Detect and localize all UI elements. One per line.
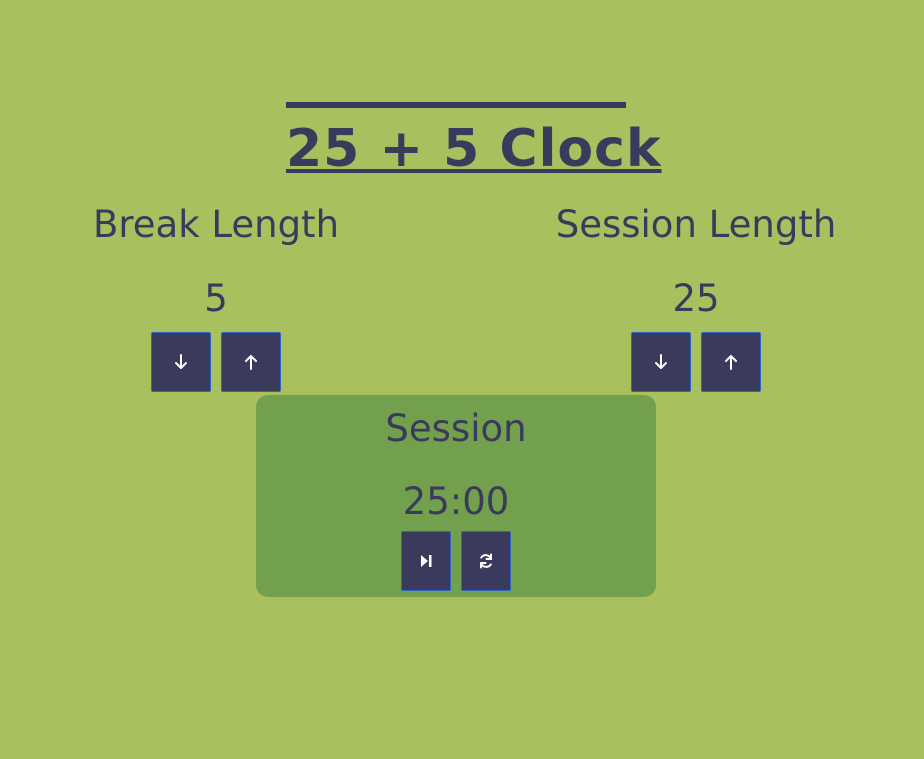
arrow-down-icon	[655, 354, 667, 369]
reset-button[interactable]	[461, 531, 511, 591]
break-control: Break Length 5	[66, 200, 366, 392]
timer-label: Session	[385, 407, 527, 450]
break-label: Break Length	[92, 203, 340, 246]
arrow-up-icon	[725, 355, 737, 370]
timer-buttons	[256, 531, 656, 591]
arrow-down-icon	[175, 354, 187, 369]
break-decrement-button[interactable]	[151, 332, 211, 392]
start-stop-button[interactable]	[401, 531, 451, 591]
play-pause-icon	[421, 555, 432, 567]
session-control: Session Length 25	[546, 200, 846, 392]
timer-panel: Session 25:00	[256, 395, 656, 597]
page-title: 25 + 5 Clock	[286, 119, 662, 179]
session-label: Session Length	[555, 203, 837, 246]
break-length-value: 5	[204, 277, 228, 320]
session-increment-button[interactable]	[701, 332, 761, 392]
arrow-up-icon	[245, 355, 257, 370]
break-buttons	[66, 332, 366, 392]
header: 25 + 5 Clock	[286, 102, 662, 180]
title-rule	[286, 102, 626, 108]
session-decrement-button[interactable]	[631, 332, 691, 392]
refresh-icon	[480, 553, 492, 569]
break-increment-button[interactable]	[221, 332, 281, 392]
session-buttons	[546, 332, 846, 392]
time-left: 25:00	[402, 480, 510, 523]
session-length-value: 25	[672, 277, 720, 320]
